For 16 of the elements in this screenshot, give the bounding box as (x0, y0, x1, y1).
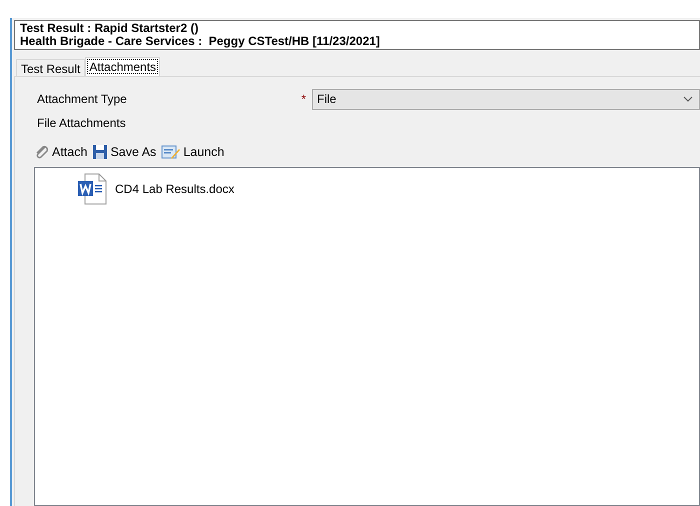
form-pencil-icon (161, 144, 182, 160)
header-text: Test Result : Rapid Startster2 () (20, 22, 200, 35)
tab[interactable]: Test Result (16, 59, 86, 76)
launch-button[interactable]: Launch (161, 142, 224, 162)
word-document-icon (77, 173, 109, 205)
paperclip-icon (34, 144, 50, 160)
save-button[interactable]: Save As (92, 142, 156, 162)
header-text: Health Brigade - Care Services : Peggy CSTest/HB [11/23/2021] (20, 35, 381, 48)
required-marker: * (300, 91, 307, 108)
chevron-down-icon (683, 96, 693, 102)
file-item[interactable]: CD4 Lab Results.docx (77, 173, 234, 205)
attachment-type-dropdown[interactable]: File (312, 88, 700, 110)
field-label: Attachment Type (36, 91, 128, 108)
section-label: File Attachments (36, 115, 127, 132)
tab[interactable]: Attachments (85, 57, 160, 76)
attach-button[interactable]: Attach (34, 142, 88, 162)
